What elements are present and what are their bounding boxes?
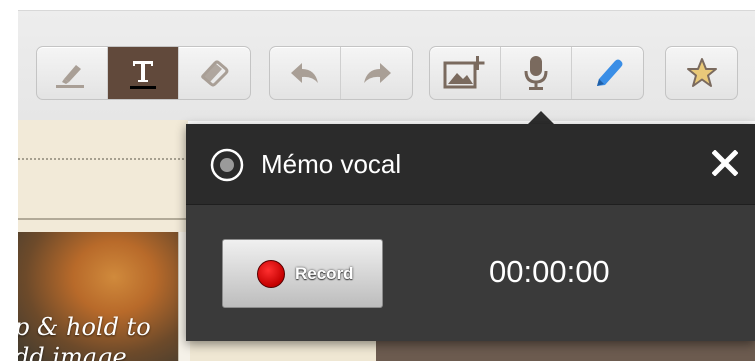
pen-button[interactable]	[572, 47, 643, 99]
favorite-button[interactable]	[666, 47, 737, 99]
favorite-group	[665, 46, 738, 100]
record-icon	[257, 259, 285, 288]
redo-icon	[357, 57, 397, 89]
record-button[interactable]: Record	[222, 239, 383, 308]
image-placeholder-caption: p & hold to dd image	[18, 313, 151, 361]
text-tool-button[interactable]	[108, 47, 179, 99]
voice-memo-popup: Mémo vocal Record 00:00:00	[186, 124, 755, 341]
media-group	[429, 46, 644, 100]
undo-button[interactable]	[270, 47, 341, 99]
canvas-background-dark	[376, 341, 755, 361]
highlighter-icon	[52, 57, 92, 89]
text-tools-group	[36, 46, 251, 100]
history-group	[269, 46, 413, 100]
highlighter-button[interactable]	[37, 47, 108, 99]
text-icon	[123, 55, 163, 91]
star-icon	[685, 56, 719, 90]
add-image-icon	[442, 54, 488, 92]
popup-title: Mémo vocal	[261, 149, 402, 179]
recording-timer: 00:00:00	[489, 254, 610, 289]
radio-icon	[210, 148, 244, 182]
add-image-button[interactable]	[430, 47, 501, 99]
card-canvas: p & hold to dd image	[18, 120, 191, 361]
record-label: Record	[295, 263, 354, 283]
voice-memo-button[interactable]	[501, 47, 572, 99]
stitch-divider	[18, 158, 188, 160]
popup-header: Mémo vocal	[186, 124, 755, 205]
close-icon	[711, 148, 739, 181]
redo-button[interactable]	[341, 47, 412, 99]
card-divider	[18, 218, 188, 220]
popup-pointer	[527, 111, 555, 125]
close-button[interactable]	[706, 146, 744, 184]
eraser-icon	[195, 56, 235, 90]
pen-icon	[588, 55, 628, 91]
eraser-button[interactable]	[179, 47, 250, 99]
microphone-icon	[521, 54, 551, 92]
toolbar	[18, 10, 755, 121]
undo-icon	[285, 57, 325, 89]
image-placeholder[interactable]: p & hold to dd image	[18, 232, 178, 361]
